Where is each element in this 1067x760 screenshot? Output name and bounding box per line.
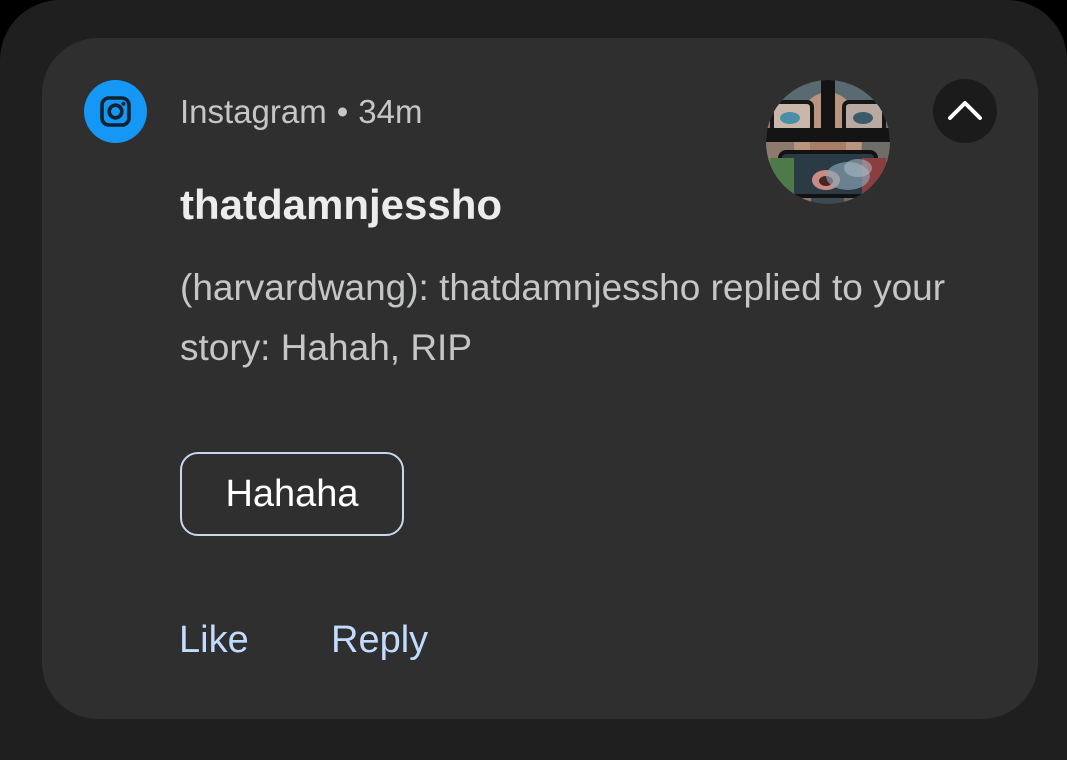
like-button[interactable]: Like [179,614,249,666]
smart-reply-chip[interactable]: Hahaha [180,452,404,536]
notification-header: Instagram • 34m [180,90,423,134]
header-separator: • [336,93,349,130]
timestamp: 34m [358,93,423,130]
app-name: Instagram [180,93,327,130]
collapse-button[interactable] [933,79,997,143]
notification-message: (harvardwang): thatdamnjessho replied to… [180,267,946,368]
notification-title: thatdamnjessho [180,181,503,228]
notification-card[interactable]: Instagram • 34m thatdamnjessho (harvardwan… [42,38,1038,719]
chevron-up-icon [948,101,982,120]
sender-avatar [766,80,890,204]
instagram-icon [84,80,147,143]
reply-button[interactable]: Reply [331,614,428,666]
